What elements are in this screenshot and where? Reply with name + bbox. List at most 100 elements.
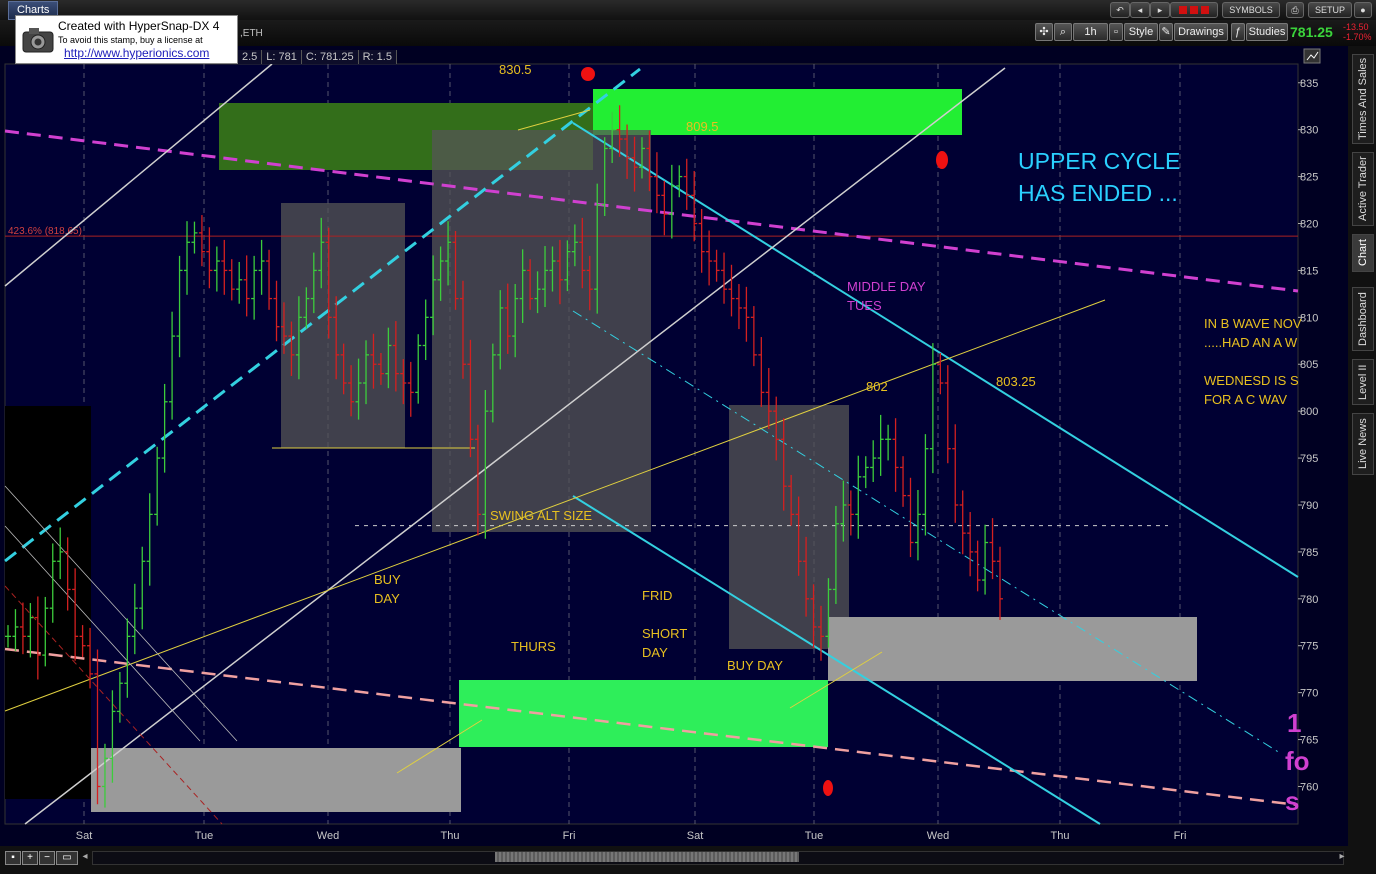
tab-chart[interactable]: Chart xyxy=(1352,234,1374,272)
undo-icon[interactable]: ↶ xyxy=(1110,2,1130,18)
lock-icon[interactable]: ● xyxy=(1354,2,1372,18)
net-change: -13.50 xyxy=(1343,22,1369,32)
annotation-label: fo xyxy=(1285,746,1310,776)
y-tick-label: 790 xyxy=(1300,500,1318,512)
zoom-in-icon[interactable]: + xyxy=(22,851,38,865)
zone-gray-3 xyxy=(729,405,849,649)
print-icon[interactable]: ⎙ xyxy=(1286,2,1304,18)
zone-light-gray-right xyxy=(828,617,1197,681)
x-tick-label: Wed xyxy=(317,830,339,842)
y-tick-label: 775 xyxy=(1300,641,1318,653)
annotation-label: MIDDLE DAY xyxy=(847,279,926,294)
annotation-label: .....HAD AN A W xyxy=(1204,335,1298,350)
zoom-icon[interactable]: ⌕ xyxy=(1054,23,1072,41)
x-tick-label: Fri xyxy=(563,830,576,842)
setup-button[interactable]: SETUP xyxy=(1308,2,1352,18)
info-range: R: 1.5 xyxy=(358,50,397,64)
symbols-button[interactable]: SYMBOLS xyxy=(1222,2,1280,18)
annotation-label: FOR A C WAV xyxy=(1204,392,1287,407)
camera-icon xyxy=(22,28,54,53)
annotation-label: SWING ALT SIZE xyxy=(490,508,592,523)
x-tick-label: Sat xyxy=(76,830,93,842)
y-tick-label: 825 xyxy=(1300,172,1318,184)
y-tick-label: 795 xyxy=(1300,453,1318,465)
annotation-label: THURS xyxy=(511,639,556,654)
studies-button[interactable]: Studies xyxy=(1246,23,1288,41)
annotation-label: SHORT xyxy=(642,626,687,641)
style-button[interactable]: Style xyxy=(1124,23,1158,41)
drawings-icon[interactable]: ✎ xyxy=(1159,23,1173,41)
info-low: L: 781 xyxy=(262,50,302,64)
y-tick-label: 810 xyxy=(1300,312,1318,324)
tab-live-news[interactable]: Live News xyxy=(1352,413,1374,475)
hypersnap-stamp: Created with HyperSnap-DX 4 To avoid thi… xyxy=(15,15,238,64)
info-fragment: 2.5 xyxy=(238,50,263,64)
annotation-label: 809.5 xyxy=(686,119,719,134)
x-tick-label: Thu xyxy=(1051,830,1070,842)
fit-icon[interactable]: ▪ xyxy=(5,851,21,865)
layout-icon[interactable] xyxy=(1170,2,1218,18)
annotation-label: BUY DAY xyxy=(727,658,783,673)
y-tick-label: 820 xyxy=(1300,219,1318,231)
annotation-label: WEDNESD IS S xyxy=(1204,373,1299,388)
last-price: 781.25 xyxy=(1290,24,1333,40)
red-marker-3 xyxy=(823,780,833,796)
stamp-line-1: Created with HyperSnap-DX 4 xyxy=(58,19,220,33)
forward-icon[interactable]: ▸ xyxy=(1150,2,1170,18)
annotation-label: IN B WAVE NOV xyxy=(1204,316,1302,331)
scrollbar-thumb[interactable] xyxy=(495,852,799,862)
tab-times-and-sales[interactable]: Times And Sales xyxy=(1352,54,1374,144)
crosshair-icon[interactable]: ✣ xyxy=(1035,23,1053,41)
y-tick-label: 780 xyxy=(1300,594,1318,606)
y-tick-label: 800 xyxy=(1300,406,1318,418)
scroll-left-icon[interactable]: ◂ xyxy=(80,851,90,863)
x-tick-label: Sat xyxy=(687,830,704,842)
percent-change: -1.70% xyxy=(1343,32,1372,42)
zone-bright-green-top xyxy=(593,89,962,135)
annotation-label: FRID xyxy=(642,588,672,603)
zone-light-gray-left xyxy=(91,748,461,812)
stamp-link[interactable]: http://www.hyperionics.com xyxy=(64,46,209,60)
annotation-label: 1 xyxy=(1287,708,1301,738)
trading-app: Charts ↶ ◂ ▸ SYMBOLS ⎙ SETUP ● ✣ ⌕ 1h ▫ … xyxy=(0,0,1376,874)
annotation-label: BUY xyxy=(374,572,401,587)
zone-bright-green-bottom xyxy=(459,680,828,747)
pan-icon[interactable]: ▭ xyxy=(56,851,78,865)
x-tick-label: Thu xyxy=(441,830,460,842)
x-tick-label: Tue xyxy=(805,830,824,842)
zone-black xyxy=(5,406,91,799)
link-icon[interactable]: ▫ xyxy=(1109,23,1123,41)
y-tick-label: 805 xyxy=(1300,359,1318,371)
tab-level-ii[interactable]: Level II xyxy=(1352,359,1374,405)
annotation-label: HAS ENDED ... xyxy=(1018,180,1178,206)
annotation-label: 802 xyxy=(866,379,888,394)
red-marker-1 xyxy=(581,67,595,81)
studies-icon[interactable]: ƒ xyxy=(1231,23,1245,41)
y-tick-label: 785 xyxy=(1300,547,1318,559)
back-icon[interactable]: ◂ xyxy=(1130,2,1150,18)
annotation-label: 830.5 xyxy=(499,62,532,77)
tab-dashboard[interactable]: Dashboard xyxy=(1352,287,1374,351)
y-tick-label: 770 xyxy=(1300,688,1318,700)
scroll-right-icon[interactable]: ▸ xyxy=(1337,851,1347,863)
drawings-button[interactable]: Drawings xyxy=(1174,23,1228,41)
annotation-label: TUES xyxy=(847,298,882,313)
x-tick-label: Fri xyxy=(1174,830,1187,842)
y-tick-label: 765 xyxy=(1300,735,1318,747)
zone-gray-1 xyxy=(281,203,405,448)
y-tick-label: 835 xyxy=(1300,78,1318,90)
y-tick-label: 815 xyxy=(1300,265,1318,277)
price-chart[interactable]: 423.6% (818.65) 835830825820815810805800… xyxy=(0,46,1348,846)
x-tick-label: Wed xyxy=(927,830,949,842)
tab-active-trader[interactable]: Active Trader xyxy=(1352,152,1374,226)
zone-gray-2 xyxy=(432,130,651,532)
timeframe-selector[interactable]: 1h xyxy=(1073,23,1108,41)
symbol-suffix: ,ETH xyxy=(240,28,263,39)
info-close: C: 781.25 xyxy=(301,50,359,64)
annotation-label: DAY xyxy=(642,645,668,660)
y-tick-label: 830 xyxy=(1300,125,1318,137)
zoom-out-icon[interactable]: − xyxy=(39,851,55,865)
quote-info-line: 2.5 L: 781 C: 781.25 R: 1.5 xyxy=(238,50,397,64)
annotation-label: s xyxy=(1285,786,1299,816)
annotation-label: UPPER CYCLE xyxy=(1018,148,1180,174)
